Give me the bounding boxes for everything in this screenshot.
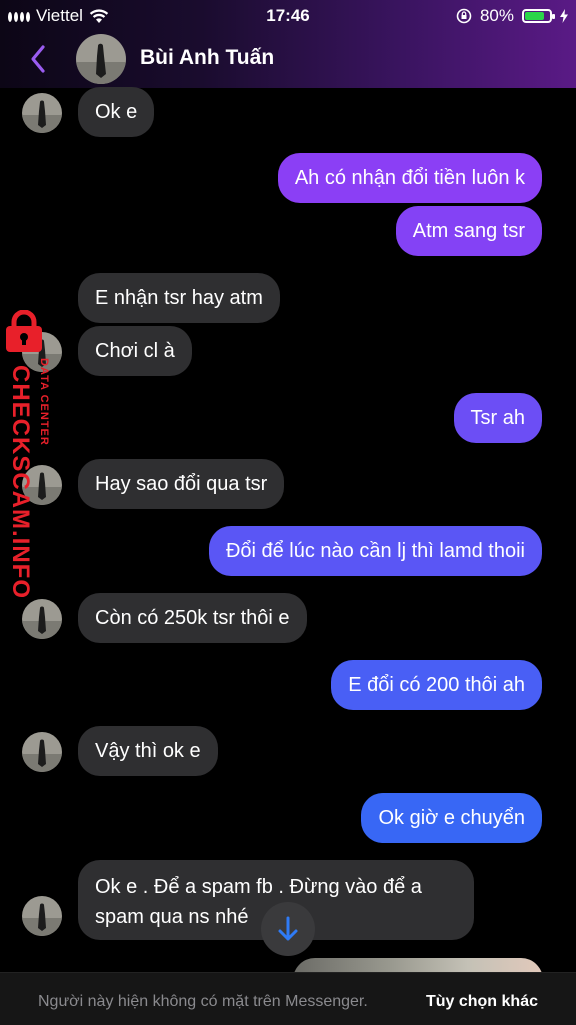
sender-avatar[interactable] xyxy=(22,599,62,639)
chevron-left-icon xyxy=(31,45,45,73)
watermark-brand: CHECKSCAM.INFO xyxy=(7,365,34,599)
watermark-sub: DATA CENTER xyxy=(38,358,50,446)
top-bar: Viettel 17:46 80% Bùi Anh Tuấn xyxy=(0,0,576,88)
incoming-message[interactable]: E nhận tsr hay atm xyxy=(78,273,280,323)
chat-header: Bùi Anh Tuấn xyxy=(0,30,576,88)
avatar-image xyxy=(76,34,126,84)
watermark: CHECKSCAM.INFO DATA CENTER xyxy=(0,310,70,599)
rotation-lock-icon xyxy=(456,8,472,24)
outgoing-message[interactable]: E đổi có 200 thôi ah xyxy=(331,660,542,710)
outgoing-message[interactable]: Tsr ah xyxy=(453,393,542,443)
sender-avatar[interactable] xyxy=(22,732,62,772)
incoming-message[interactable]: Vậy thì ok e xyxy=(78,726,218,776)
charging-icon xyxy=(560,9,568,23)
battery-percent: 80% xyxy=(479,6,514,25)
outgoing-message[interactable]: Đổi để lúc nào cần lj thì lamd thoii xyxy=(208,526,542,576)
outgoing-message[interactable]: Ah có nhận đổi tiền luôn k xyxy=(277,153,542,203)
incoming-message[interactable]: Chơi cl à xyxy=(78,326,192,376)
status-bar: Viettel 17:46 80% xyxy=(0,0,576,30)
contact-name[interactable]: Bùi Anh Tuấn xyxy=(140,46,274,70)
contact-avatar[interactable] xyxy=(76,34,126,84)
more-options-link[interactable]: Tùy chọn khác xyxy=(426,993,538,1011)
incoming-message[interactable]: Hay sao đổi qua tsr xyxy=(78,459,285,509)
battery-icon xyxy=(522,9,555,23)
sender-avatar[interactable] xyxy=(22,93,62,133)
incoming-message[interactable]: Còn có 250k tsr thôi e xyxy=(78,593,307,643)
unavailable-message: Người này hiện không có mặt trên Messeng… xyxy=(38,993,368,1010)
sender-avatar[interactable] xyxy=(22,896,62,936)
scroll-down-button[interactable] xyxy=(261,902,315,956)
arrow-down-icon xyxy=(278,916,298,941)
status-right: 80% xyxy=(456,6,568,26)
outgoing-message[interactable]: Ok giờ e chuyển xyxy=(361,793,542,843)
back-button[interactable] xyxy=(28,44,52,74)
incoming-message[interactable]: Ok e xyxy=(78,87,155,137)
footer-bar: Người này hiện không có mặt trên Messeng… xyxy=(0,972,576,1025)
lock-icon xyxy=(6,310,42,352)
outgoing-message[interactable]: Atm sang tsr xyxy=(395,206,542,256)
